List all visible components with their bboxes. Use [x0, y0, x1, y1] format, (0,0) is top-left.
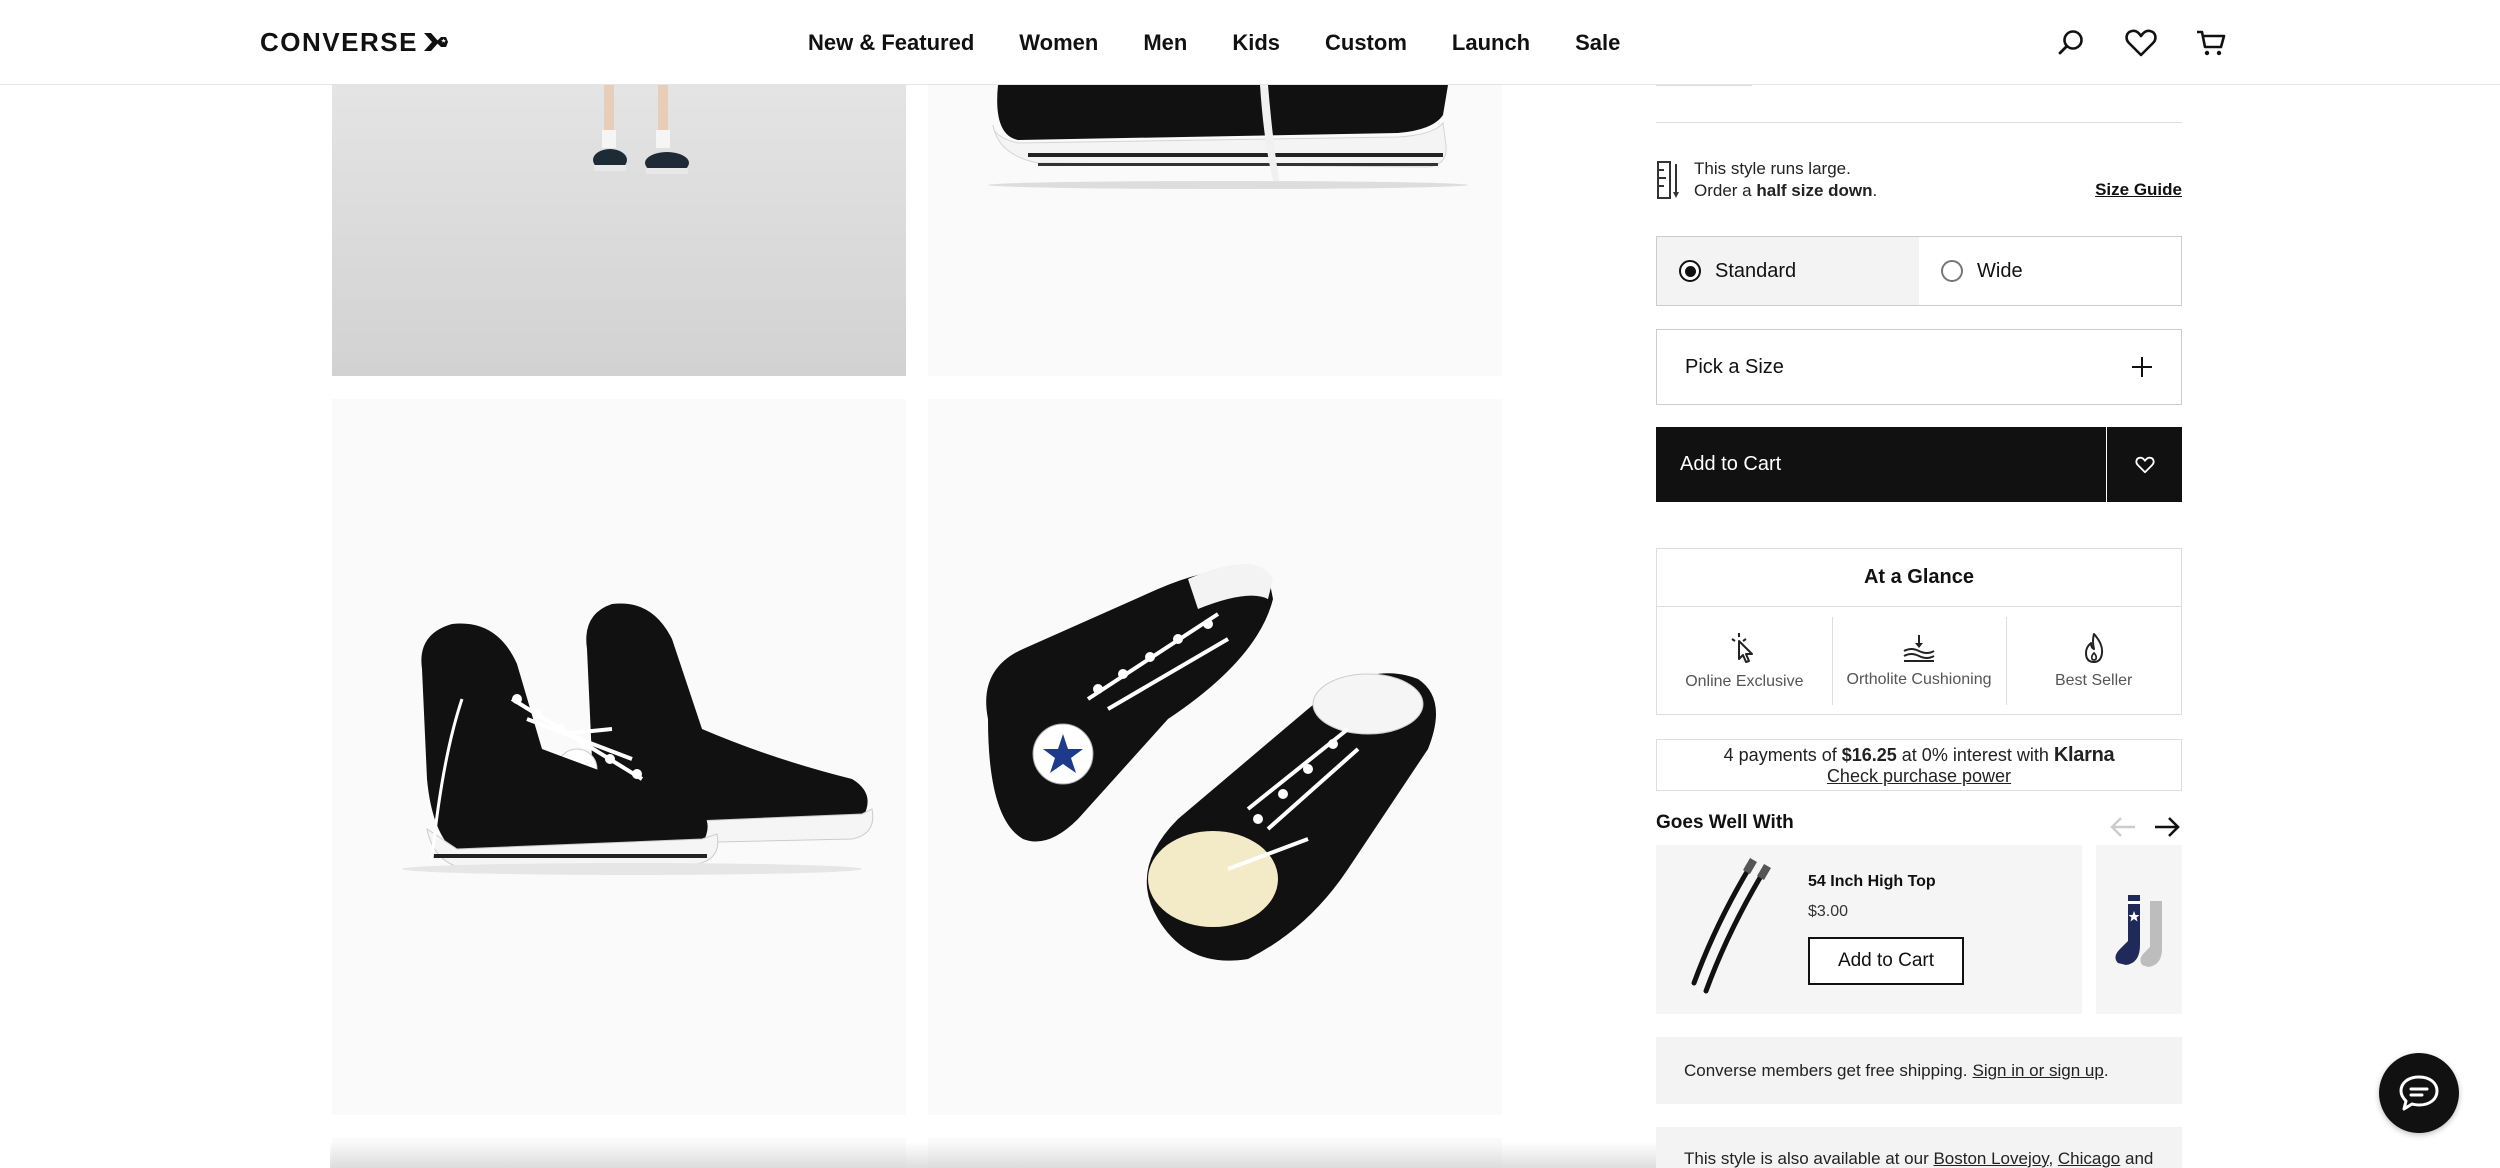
converse-logo[interactable]: CONVERSE — [260, 26, 450, 58]
fit-text: This style runs large. Order a half size… — [1694, 158, 1877, 202]
nav-launch[interactable]: Launch — [1452, 30, 1530, 56]
glance-title: At a Glance — [1657, 549, 2181, 607]
chevron-star-logo-icon — [423, 33, 448, 51]
recommendation-card-partial[interactable] — [2096, 845, 2182, 1014]
chat-bubble-icon — [2399, 1075, 2439, 1111]
carousel-prev-button[interactable] — [2108, 812, 2138, 842]
cursor-click-icon — [1731, 633, 1754, 663]
radio-icon[interactable] — [1941, 260, 1963, 282]
arrow-right-icon — [2155, 817, 2180, 837]
fit-line-1: This style runs large. — [1694, 159, 1851, 178]
klarna-banner: 4 payments of $16.25 at 0% interest with… — [1656, 739, 2182, 791]
add-to-cart-button[interactable]: Add to Cart — [1656, 427, 2106, 502]
glance-items: Online Exclusive Ortholite Cushioning Be… — [1657, 607, 2181, 715]
gallery-image-top[interactable] — [928, 399, 1502, 1115]
brand-name: CONVERSE — [260, 26, 418, 57]
heart-icon[interactable] — [2120, 22, 2162, 64]
fit-note: This style runs large. Order a half size… — [1656, 158, 2182, 202]
width-label-standard: Standard — [1715, 259, 1797, 282]
recommendation-price: $3.00 — [1808, 903, 1849, 920]
nav-new-featured[interactable]: New & Featured — [808, 30, 974, 56]
cart-icon[interactable] — [2190, 22, 2232, 64]
heart-icon — [2134, 456, 2155, 473]
nav-custom[interactable]: Custom — [1325, 30, 1407, 56]
pick-size-dropdown[interactable]: Pick a Size — [1656, 329, 2182, 405]
pick-size-label: Pick a Size — [1685, 355, 1784, 378]
main-nav: New & Featured Women Men Kids Custom Lau… — [808, 0, 1665, 85]
gallery-image-pair[interactable] — [332, 399, 906, 1115]
nav-women[interactable]: Women — [1019, 30, 1098, 56]
sign-in-link[interactable]: Sign in or sign up — [1972, 1061, 2103, 1081]
width-label-wide: Wide — [1977, 259, 2023, 282]
socks-image — [2115, 895, 2162, 967]
flame-icon — [2084, 633, 2103, 663]
klarna-logo: Klarna — [2053, 744, 2115, 766]
shoe-side-image — [988, 85, 1468, 189]
shipping-text: Converse members get free shipping. — [1684, 1060, 1968, 1080]
carousel-next-button[interactable] — [2152, 812, 2182, 842]
nav-sale[interactable]: Sale — [1575, 30, 1620, 56]
plus-icon — [2132, 357, 2152, 377]
nav-men[interactable]: Men — [1143, 30, 1187, 56]
check-purchase-power-link[interactable]: Check purchase power — [1827, 766, 2011, 786]
arrow-left-icon — [2110, 817, 2135, 837]
recommendation-card: 54 Inch High Top $3.00 Add to Cart — [1656, 845, 2082, 1014]
ruler-icon — [1657, 161, 1679, 199]
glance-online-exclusive: Online Exclusive — [1657, 607, 1832, 715]
glance-best-seller: Best Seller — [2006, 607, 2181, 715]
recommendation-add-to-cart-button[interactable]: Add to Cart — [1808, 937, 1964, 985]
section-divider — [1656, 122, 2182, 123]
fit-line-2: Order a half size down. — [1694, 181, 1878, 200]
gallery-image-side[interactable] — [928, 85, 1502, 376]
width-option-wide[interactable]: Wide — [1919, 237, 2181, 305]
store-link-chicago[interactable]: Chicago — [2058, 1149, 2120, 1168]
store-availability-banner: This style is also available at our Bost… — [1656, 1127, 2182, 1168]
site-header: CONVERSE New & Featured Women Men Kids C… — [0, 0, 2500, 85]
search-icon[interactable] — [2050, 22, 2092, 64]
shoelace-image — [1691, 857, 1771, 994]
gallery-image-model[interactable] — [332, 85, 906, 376]
model-legs-image — [593, 85, 689, 174]
chat-button[interactable] — [2379, 1053, 2459, 1133]
at-a-glance-panel: At a Glance Online Exclusive Ortholite C… — [1656, 548, 2182, 715]
shoe-pair-image — [402, 603, 874, 875]
add-to-favorites-button[interactable] — [2107, 427, 2182, 502]
width-option-standard[interactable]: Standard — [1657, 237, 1919, 305]
store-link-boston[interactable]: Boston Lovejoy — [1933, 1149, 2048, 1168]
klarna-text: 4 payments of $16.25 at 0% interest with… — [1723, 744, 2115, 766]
width-selector: Standard Wide — [1656, 236, 2182, 306]
goes-well-with-title: Goes Well With — [1656, 812, 1794, 833]
nav-kids[interactable]: Kids — [1232, 30, 1280, 56]
recommendation-name[interactable]: 54 Inch High Top — [1808, 873, 1936, 891]
shoe-top-view-image — [986, 564, 1436, 961]
radio-selected-icon[interactable] — [1679, 260, 1701, 282]
free-shipping-banner: Converse members get free shipping. Sign … — [1656, 1037, 2182, 1104]
header-actions — [2050, 22, 2232, 64]
glance-ortholite-cushioning: Ortholite Cushioning — [1831, 607, 2007, 715]
cushioning-icon — [1903, 635, 1935, 662]
size-guide-link[interactable]: Size Guide — [2095, 180, 2182, 200]
